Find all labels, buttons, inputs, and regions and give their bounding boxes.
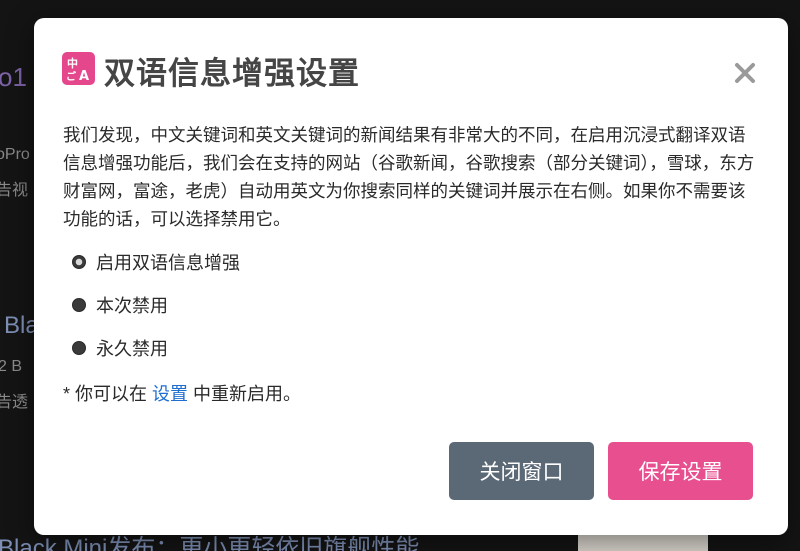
option-label: 启用双语信息增强 [96, 253, 240, 273]
close-window-button[interactable]: 关闭窗口 [449, 442, 594, 500]
immersive-translate-logo-icon: 中 ご A [62, 52, 95, 85]
settings-link[interactable]: 设置 [152, 384, 188, 404]
note-prefix: * 你可以在 [63, 384, 153, 404]
note-suffix: 中重新启用。 [188, 384, 302, 404]
save-settings-button[interactable]: 保存设置 [608, 442, 753, 500]
svg-text:ご: ご [66, 70, 77, 83]
option-enable-bilingual[interactable]: 启用双语信息增强 [72, 250, 240, 274]
svg-text:A: A [79, 69, 89, 84]
background-text-fragment: 告透 [0, 394, 29, 411]
radio-button[interactable] [72, 298, 86, 312]
close-icon[interactable] [732, 60, 758, 86]
radio-button-checked[interactable] [72, 255, 86, 269]
settings-note: * 你可以在 设置 中重新启用。 [63, 380, 301, 406]
option-disable-forever[interactable]: 永久禁用 [72, 336, 168, 360]
bilingual-settings-dialog: 中 ご A 双语信息增强设置 我们发现，中文关键词和英文关键词的新闻结果有非常大… [34, 18, 788, 535]
svg-text:中: 中 [67, 56, 78, 70]
option-label: 永久禁用 [96, 339, 168, 359]
dialog-description: 我们发现，中文关键词和英文关键词的新闻结果有非常大的不同，在启用沉浸式翻译双语信… [63, 125, 755, 229]
background-text-fragment: 2 B [0, 358, 23, 375]
dialog-title: 双语信息增强设置 [104, 56, 360, 91]
background-heading-fragment: o1 [0, 62, 27, 92]
option-label: 本次禁用 [96, 296, 168, 316]
radio-button[interactable] [72, 341, 86, 355]
background-text-fragment: 告视 [0, 182, 29, 199]
option-disable-once[interactable]: 本次禁用 [72, 293, 168, 317]
background-text-fragment: oPro [0, 146, 30, 163]
